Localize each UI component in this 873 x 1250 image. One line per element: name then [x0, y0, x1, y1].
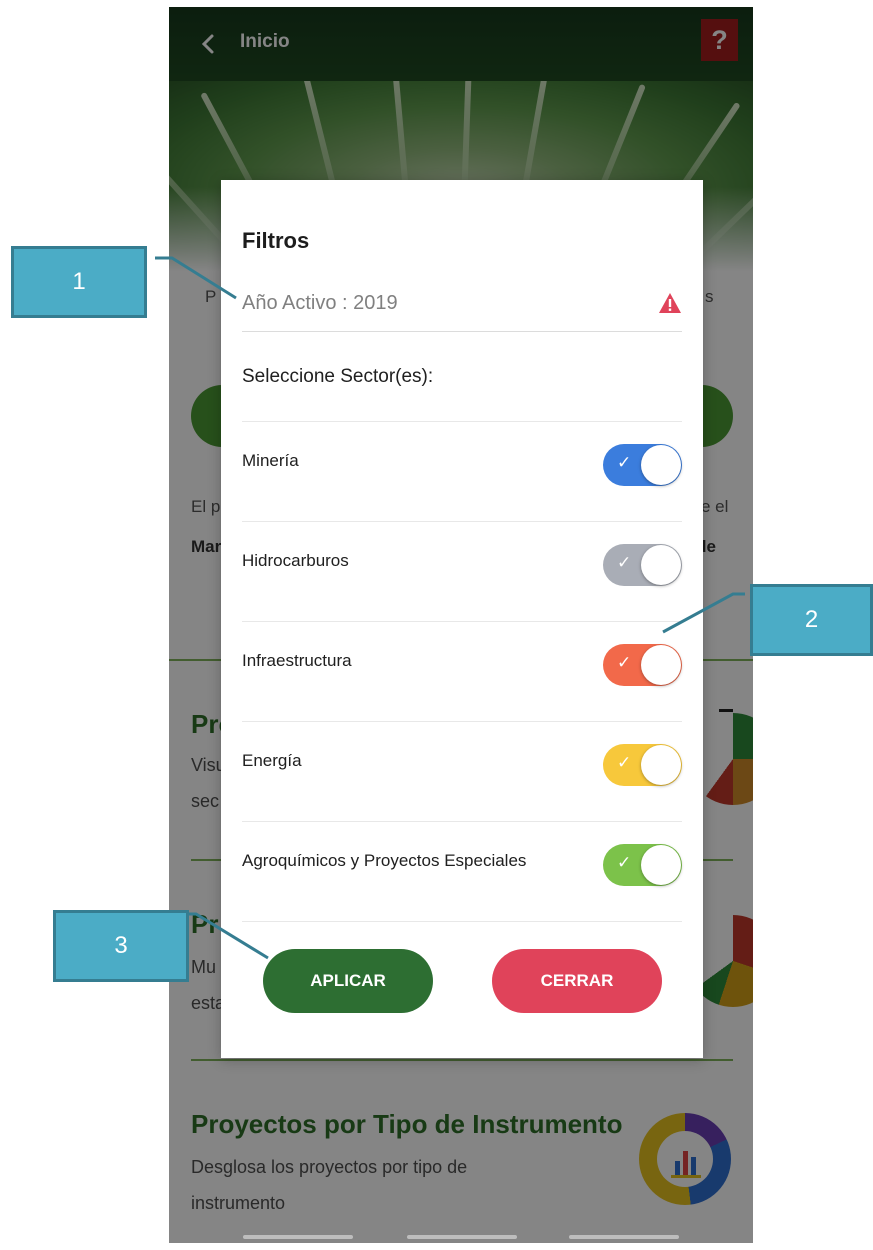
- callout-3: 3: [53, 910, 189, 982]
- callout-2: 2: [750, 584, 873, 656]
- callout-1: 1: [11, 246, 147, 318]
- callout-leader-lines: [155, 256, 745, 960]
